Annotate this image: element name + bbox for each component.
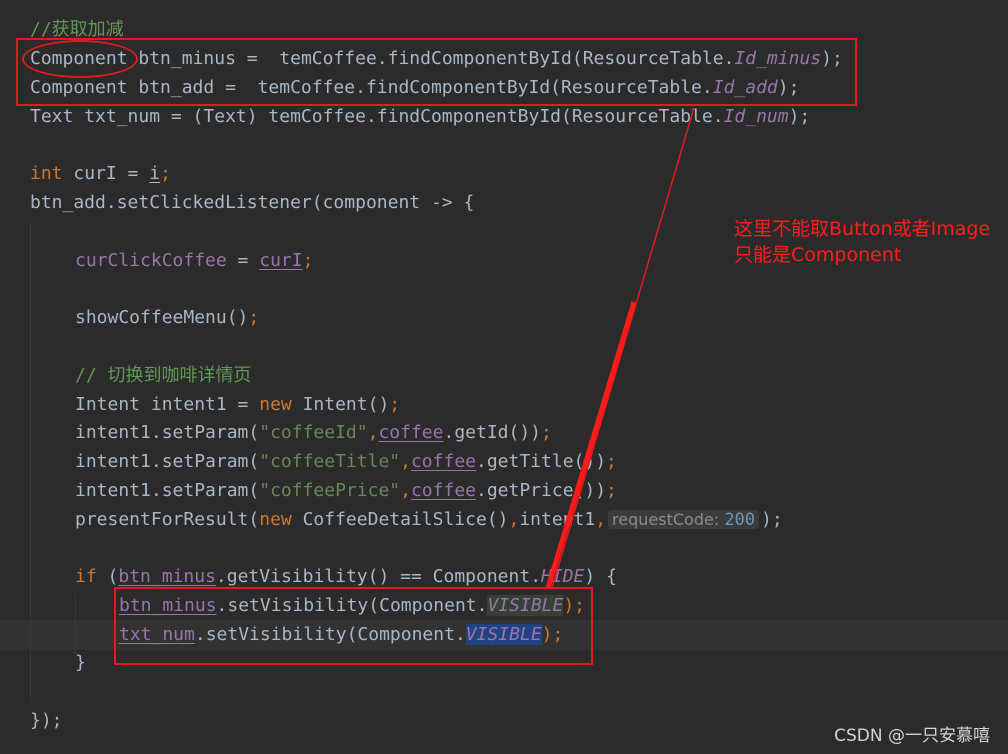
annotation-note: 这里不能取Button或者Image 只能是Component	[734, 218, 991, 266]
arrow-thick-line	[545, 301, 637, 589]
annotation-arrows	[545, 107, 695, 589]
watermark: CSDN @一只安慕嘻	[834, 726, 990, 746]
arrow-thin-line	[551, 107, 695, 589]
